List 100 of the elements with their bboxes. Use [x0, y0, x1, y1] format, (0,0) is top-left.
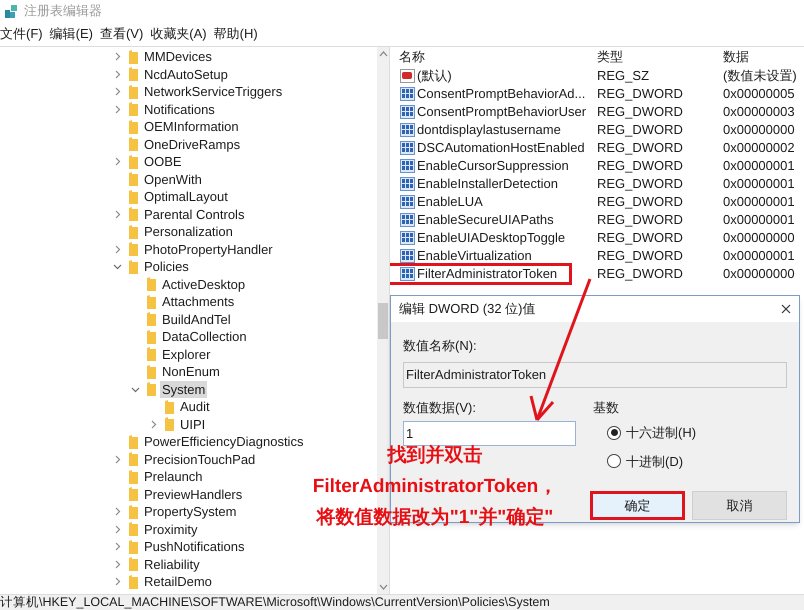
folder-icon [129, 522, 138, 536]
binary-value-icon [400, 87, 415, 101]
tree-item[interactable]: UIPI [178, 416, 208, 433]
value-name[interactable]: ConsentPromptBehaviorUser [417, 102, 586, 122]
folder-icon [147, 312, 156, 326]
tree-item[interactable]: OEMInformation [142, 118, 241, 136]
table-cell-text: REG_DWORD [597, 139, 684, 158]
folder-icon [129, 137, 138, 152]
folder-icon [165, 417, 174, 432]
tree-item[interactable]: PropertySystem [142, 503, 238, 520]
table-cell-text: REG_DWORD [597, 193, 684, 212]
tree-item[interactable]: System [160, 380, 208, 398]
table-cell-text: 0x00000000 [723, 265, 795, 284]
table-cell-text: 0x00000000 [723, 121, 795, 140]
table-cell-text: 0x00000001 [723, 193, 795, 212]
chevron-icon[interactable] [112, 210, 122, 219]
tree-item[interactable]: PreviewHandlers [142, 486, 244, 503]
table-cell-text: REG_DWORD [597, 247, 684, 266]
tree-item[interactable]: PowerEfficiencyDiagnostics [142, 433, 306, 450]
table-cell-text: REG_SZ [597, 67, 650, 86]
field-label: 数值名称(N): [403, 337, 478, 355]
value-name[interactable]: EnableCursorSuppression [417, 156, 569, 176]
value-name-field[interactable]: FilterAdministratorToken [403, 362, 787, 388]
registry-app-icon [4, 4, 19, 18]
tree-item[interactable]: Attachments [160, 293, 236, 310]
table-cell-text: REG_DWORD [597, 175, 684, 194]
menu-item[interactable]: 文件(F) [0, 24, 43, 44]
dialog-button[interactable]: 取消 [692, 491, 787, 520]
chevron-icon[interactable] [112, 454, 122, 464]
value-data-field[interactable]: 1 [403, 421, 576, 446]
value-name[interactable]: EnableSecureUIAPaths [417, 210, 554, 230]
tree-item[interactable]: NonEnum [160, 363, 222, 380]
value-name[interactable]: EnableVirtualization [417, 246, 532, 266]
binary-value-icon [400, 249, 415, 263]
table-cell-text: REG_DWORD [597, 157, 684, 176]
column-header[interactable]: 类型 [597, 47, 723, 67]
table-cell-text: REG_DWORD [597, 211, 684, 230]
tree-item[interactable]: PrecisionTouchPad [142, 450, 258, 468]
binary-value-icon [400, 159, 415, 173]
value-name[interactable]: EnableUIADesktopToggle [417, 228, 566, 248]
status-bar: 计算机\HKEY_LOCAL_MACHINE\SOFTWARE\Microsoft\Windows\CurrentVersion\Policies\System [0, 594, 804, 610]
menu-item[interactable]: 编辑(E) [50, 24, 93, 44]
tree-item[interactable]: Parental Controls [142, 206, 246, 223]
folder-icon [129, 452, 138, 466]
scroll-down-icon[interactable] [378, 584, 388, 590]
tree-item[interactable]: BuildAndTel [160, 310, 233, 328]
tree-item[interactable]: PushNotifications [142, 538, 246, 556]
folder-icon [129, 574, 138, 589]
tree-item[interactable]: Personalization [142, 223, 235, 240]
binary-value-icon [400, 141, 415, 155]
annotation-text: FilterAdministratorToken， [312, 475, 558, 499]
tree-item[interactable]: OOBE [142, 153, 184, 170]
tree-item[interactable]: Reliability [142, 556, 202, 573]
radio-option[interactable]: 十六进制(H) [607, 423, 787, 442]
tree-item[interactable]: Explorer [160, 346, 212, 363]
menu-item[interactable]: 收藏夹(A) [150, 24, 207, 44]
folder-icon [129, 67, 138, 82]
table-cell-text: 0x00000001 [723, 175, 795, 194]
tree-item[interactable]: Prelaunch [142, 468, 205, 486]
tree-item[interactable]: NetworkServiceTriggers [142, 83, 284, 100]
menu-item[interactable]: 查看(V) [100, 24, 144, 44]
folder-icon [129, 242, 138, 256]
folder-icon [147, 382, 156, 396]
value-name[interactable]: EnableLUA [417, 192, 483, 212]
chevron-icon[interactable] [148, 420, 158, 429]
column-header[interactable]: 名称 [390, 47, 597, 67]
chevron-icon[interactable] [130, 384, 140, 394]
tree-item[interactable]: OneDriveRamps [142, 136, 242, 153]
value-name[interactable]: DSCAutomationHostEnabled [417, 138, 585, 158]
table-cell-text: 0x00000005 [723, 85, 795, 104]
value-name[interactable]: (默认) [417, 66, 452, 86]
chevron-icon[interactable] [112, 157, 122, 166]
close-icon[interactable] [781, 304, 791, 314]
binary-value-icon [400, 231, 415, 245]
binary-value-icon [400, 123, 415, 137]
radio-option[interactable]: 十进制(D) [607, 452, 787, 471]
table-cell-text: (数值未设置) [723, 67, 797, 86]
scrollbar-thumb[interactable] [378, 302, 388, 338]
tree-item[interactable]: Policies [142, 258, 191, 276]
tree-item[interactable]: Audit [178, 398, 212, 416]
menu-item[interactable]: 帮助(H) [214, 24, 258, 44]
value-name[interactable]: EnableInstallerDetection [417, 174, 558, 194]
scroll-up-icon[interactable] [378, 51, 388, 57]
tree-item[interactable]: PhotoPropertyHandler [142, 240, 275, 258]
tree-item[interactable]: MMDevices [142, 48, 214, 66]
column-header[interactable]: 数据 [723, 47, 749, 67]
folder-icon [147, 294, 156, 309]
value-name[interactable]: dontdisplaylastusername [417, 120, 561, 140]
table-cell-text: 0x00000001 [723, 247, 795, 266]
tree-item[interactable]: Notifications [142, 100, 217, 118]
value-name[interactable]: ConsentPromptBehaviorAd... [417, 84, 586, 104]
dialog-button[interactable]: 确定 [590, 491, 685, 520]
tree-item[interactable]: OptimalLayout [142, 188, 230, 206]
tree-item[interactable]: NcdAutoSetup [142, 66, 230, 83]
tree-item[interactable]: OpenWith [142, 170, 204, 188]
folder-icon [165, 400, 174, 414]
tree-item[interactable]: DataCollection [160, 328, 249, 346]
tree-item[interactable]: Proximity [142, 520, 200, 538]
tree-item[interactable]: RetailDemo [142, 573, 214, 590]
tree-item[interactable]: ActiveDesktop [160, 276, 248, 293]
